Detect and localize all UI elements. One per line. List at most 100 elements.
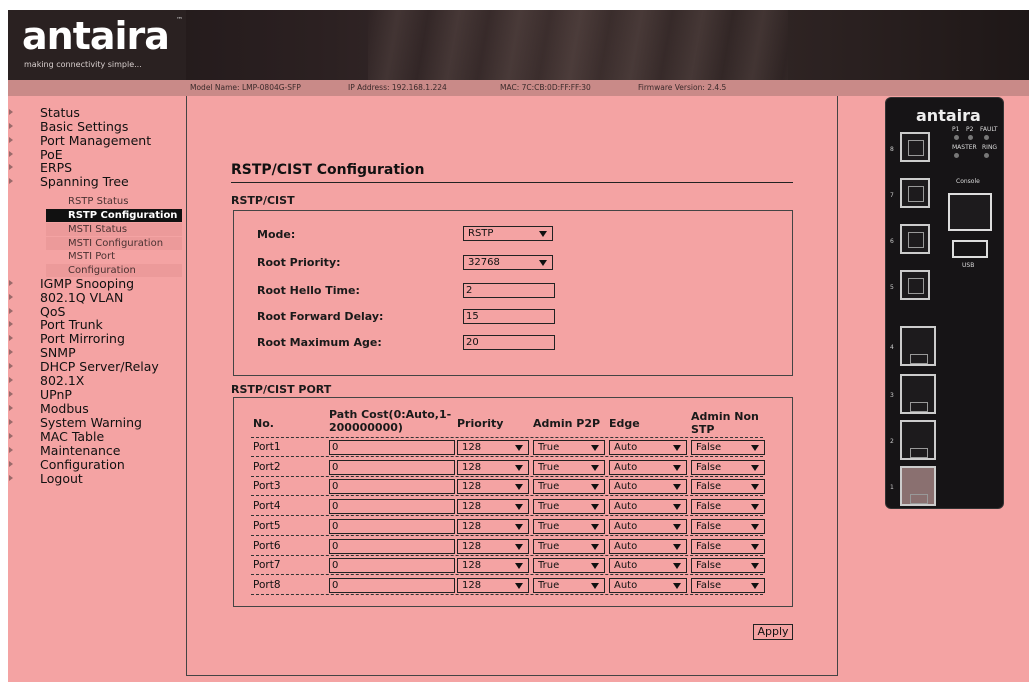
path-cost-input[interactable]: 0 [329, 479, 455, 494]
edge-select[interactable]: Auto [609, 499, 687, 514]
admin-non-stp-select[interactable]: False [691, 460, 765, 475]
port-number: 1 [890, 484, 894, 491]
sidebar-item-label: Maintenance [40, 443, 121, 458]
root-priority-select[interactable]: 32768 [463, 255, 553, 270]
admin-non-stp-select[interactable]: False [691, 558, 765, 573]
main-content: RSTP/CIST Configuration RSTP/CIST Mode: … [186, 96, 838, 676]
row-divider [251, 495, 763, 496]
max-age-input[interactable]: 20 [463, 335, 555, 350]
port-number: 2 [890, 438, 894, 445]
arrow-icon [9, 308, 13, 314]
port-number: 7 [890, 192, 894, 199]
port-name: Port6 [253, 540, 281, 552]
chevron-down-icon [515, 563, 523, 569]
chevron-down-icon [591, 583, 599, 589]
edge-select[interactable]: Auto [609, 539, 687, 554]
path-cost-input[interactable]: 0 [329, 460, 455, 475]
edge-select[interactable]: Auto [609, 558, 687, 573]
path-cost-input[interactable]: 0 [329, 578, 455, 593]
forward-delay-input[interactable]: 15 [463, 309, 555, 324]
sfp-port-icon [900, 178, 930, 208]
hello-time-label: Root Hello Time: [257, 284, 360, 297]
port-name: Port7 [253, 559, 281, 571]
admin-p2p-select[interactable]: True [533, 440, 605, 455]
hello-time-input[interactable]: 2 [463, 283, 555, 298]
admin-p2p-select[interactable]: True [533, 479, 605, 494]
path-cost-input[interactable]: 0 [329, 499, 455, 514]
priority-select[interactable]: 128 [457, 479, 529, 494]
arrow-icon [9, 405, 13, 411]
admin-non-stp-select[interactable]: False [691, 539, 765, 554]
admin-p2p-select[interactable]: True [533, 578, 605, 593]
col-header-edge: Edge [609, 417, 640, 430]
chevron-down-icon [751, 465, 759, 471]
edge-select[interactable]: Auto [609, 479, 687, 494]
admin-p2p-select[interactable]: True [533, 499, 605, 514]
chevron-down-icon [539, 260, 547, 266]
edge-select[interactable]: Auto [609, 578, 687, 593]
admin-non-stp-select[interactable]: False [691, 519, 765, 534]
admin-non-stp-select[interactable]: False [691, 440, 765, 455]
arrow-icon [9, 377, 13, 383]
admin-p2p-select[interactable]: True [533, 460, 605, 475]
sidebar-subitem-rstp-configuration[interactable]: RSTP Configuration [46, 209, 182, 222]
sidebar-subitem-msti-port[interactable]: MSTI Port [46, 250, 182, 263]
console-label: Console [956, 178, 980, 185]
edge-select[interactable]: Auto [609, 440, 687, 455]
chevron-down-icon [673, 583, 681, 589]
priority-select[interactable]: 128 [457, 519, 529, 534]
sidebar-item-label: SNMP [40, 345, 76, 360]
arrow-icon [9, 433, 13, 439]
sidebar-subitem-msti-configuration[interactable]: MSTI Configuration [46, 237, 182, 250]
mode-value: RSTP [468, 228, 494, 239]
priority-select[interactable]: 128 [457, 558, 529, 573]
chevron-down-icon [751, 504, 759, 510]
path-cost-input[interactable]: 0 [329, 519, 455, 534]
chevron-down-icon [591, 563, 599, 569]
priority-select-value: 128 [462, 462, 482, 473]
admin-p2p-select[interactable]: True [533, 558, 605, 573]
chevron-down-icon [673, 465, 681, 471]
priority-select[interactable]: 128 [457, 440, 529, 455]
edge-select-value: Auto [614, 560, 638, 571]
sidebar-item-label: DHCP Server/Relay [40, 359, 159, 374]
path-cost-input[interactable]: 0 [329, 440, 455, 455]
header-banner: antaira ™ making connectivity simple... [8, 10, 1029, 80]
edge-select[interactable]: Auto [609, 460, 687, 475]
arrow-icon [9, 391, 13, 397]
priority-select[interactable]: 128 [457, 578, 529, 593]
chevron-down-icon [673, 563, 681, 569]
app-frame: antaira ™ making connectivity simple... … [8, 10, 1029, 682]
port-number: 6 [890, 238, 894, 245]
mode-select[interactable]: RSTP [463, 226, 553, 241]
path-cost-input[interactable]: 0 [329, 558, 455, 573]
sidebar-item-label: System Warning [40, 415, 142, 430]
arrow-icon [9, 475, 13, 481]
admin-p2p-select[interactable]: True [533, 519, 605, 534]
edge-select[interactable]: Auto [609, 519, 687, 534]
header-decoration [368, 10, 788, 80]
priority-select[interactable]: 128 [457, 539, 529, 554]
apply-button[interactable]: Apply [753, 624, 793, 640]
priority-select[interactable]: 128 [457, 460, 529, 475]
row-divider [251, 515, 763, 516]
admin-p2p-select-value: True [538, 442, 560, 453]
logo[interactable]: antaira ™ making connectivity simple... [8, 10, 186, 80]
arrow-icon [9, 461, 13, 467]
admin-non-stp-select-value: False [696, 560, 722, 571]
edge-select-value: Auto [614, 442, 638, 453]
admin-p2p-select[interactable]: True [533, 539, 605, 554]
sidebar-subitem-msti-status[interactable]: MSTI Status [46, 223, 182, 236]
section-rstp-cist-port: RSTP/CIST PORT [231, 383, 332, 396]
priority-select[interactable]: 128 [457, 499, 529, 514]
admin-non-stp-select[interactable]: False [691, 578, 765, 593]
arrow-icon [9, 178, 13, 184]
admin-non-stp-select[interactable]: False [691, 499, 765, 514]
arrow-icon [9, 294, 13, 300]
p2-label: P2 [966, 126, 974, 133]
path-cost-input[interactable]: 0 [329, 539, 455, 554]
logo-text: antaira [22, 14, 170, 58]
admin-non-stp-select[interactable]: False [691, 479, 765, 494]
sidebar-subitem-rstp-status[interactable]: RSTP Status [46, 195, 182, 208]
priority-select-value: 128 [462, 541, 482, 552]
